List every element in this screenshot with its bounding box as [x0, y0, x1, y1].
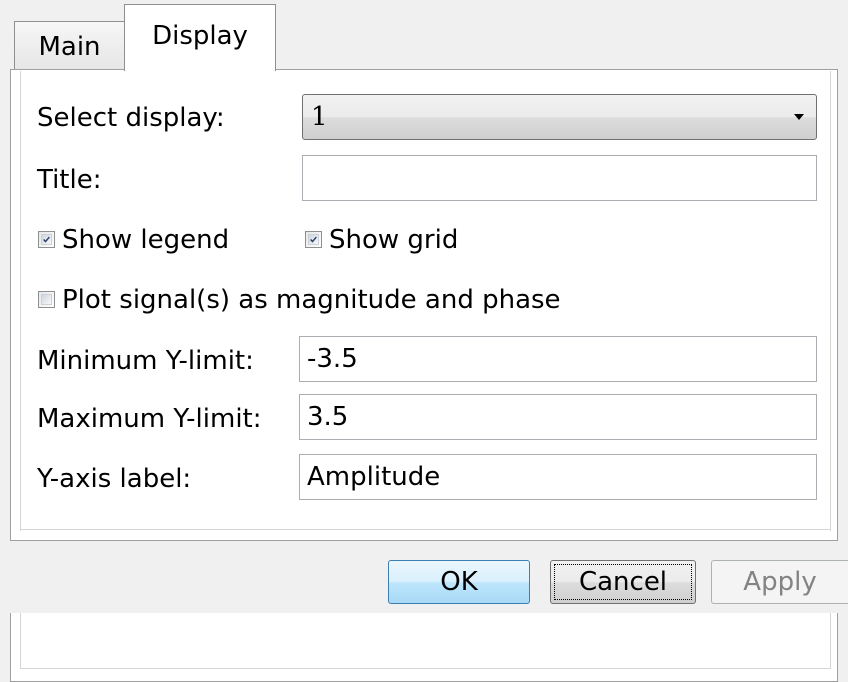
check-icon [43, 236, 50, 243]
apply-button[interactable]: Apply [711, 560, 848, 604]
tab-display-label: Display [152, 21, 248, 51]
focus-ring [554, 564, 692, 600]
max-ylimit-label: Maximum Y-limit: [37, 404, 262, 434]
show-grid-checkbox[interactable] [305, 231, 322, 248]
ok-button-label: OK [440, 567, 478, 597]
checkbox-inner [41, 294, 52, 305]
yaxis-label-field[interactable]: Amplitude [299, 454, 817, 500]
tab-main-label: Main [38, 32, 101, 62]
cancel-button[interactable]: Cancel [550, 560, 696, 604]
chevron-down-icon [794, 114, 804, 120]
panel-inner-bottom-edge [20, 529, 831, 530]
title-field[interactable] [302, 155, 817, 201]
select-display-value: 1 [311, 102, 328, 132]
tab-main[interactable]: Main [14, 21, 124, 70]
max-ylimit-field[interactable]: 3.5 [299, 394, 817, 440]
check-icon [310, 236, 317, 243]
checkbox-inner [308, 234, 319, 245]
title-label: Title: [37, 165, 102, 195]
yaxis-label-label: Y-axis label: [37, 464, 192, 494]
show-legend-checkbox[interactable] [38, 231, 55, 248]
checkbox-inner [41, 234, 52, 245]
panel-bottom-edge [10, 531, 838, 541]
apply-button-label: Apply [743, 567, 817, 597]
show-grid-label[interactable]: Show grid [329, 224, 458, 256]
tab-display[interactable]: Display [124, 4, 276, 71]
select-display-label: Select display: [37, 103, 225, 133]
show-legend-label[interactable]: Show legend [62, 224, 229, 256]
min-ylimit-label: Minimum Y-limit: [37, 346, 254, 376]
plot-mag-phase-label[interactable]: Plot signal(s) as magnitude and phase [62, 284, 561, 316]
plot-mag-phase-checkbox[interactable] [38, 291, 55, 308]
select-display-dropdown[interactable]: 1 [302, 94, 817, 140]
panel-lower-border [10, 680, 838, 681]
min-ylimit-field[interactable]: -3.5 [299, 336, 817, 382]
ok-button[interactable]: OK [388, 560, 530, 604]
